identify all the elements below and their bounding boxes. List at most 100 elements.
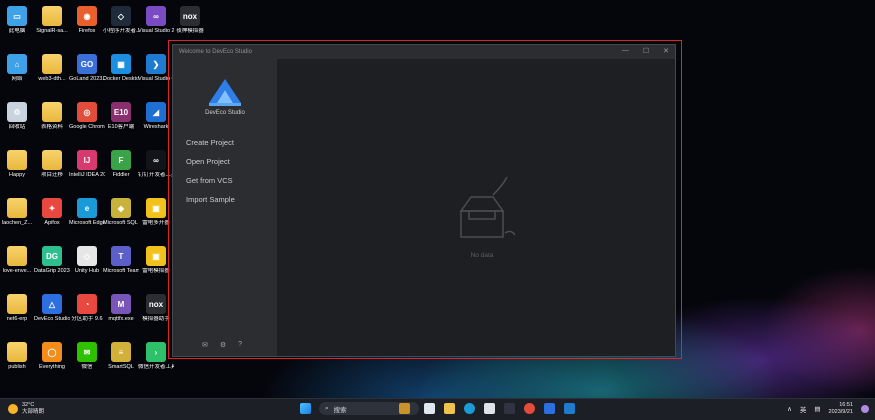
app-icon: ◯	[42, 342, 62, 362]
folder-icon	[7, 342, 27, 362]
desktop-icon[interactable]: laochen_Z...	[0, 198, 35, 227]
desktop-icon[interactable]: nox 夜神模拟器	[172, 6, 208, 35]
app-icon: nox	[146, 294, 166, 314]
app-icon: ◎	[77, 102, 97, 122]
weather-desc: 大部晴朗	[22, 408, 45, 415]
create-project-link[interactable]: Create Project	[186, 138, 234, 147]
desktop-icon-label: love-enve...	[2, 268, 32, 274]
minimize-button[interactable]: —	[622, 47, 629, 55]
desktop-icon[interactable]: ≡ SmartSQL	[103, 342, 139, 371]
desktop-icon-label: 表格资料	[40, 124, 63, 130]
chrome-icon[interactable]	[524, 403, 535, 414]
desktop-icon[interactable]: ◉ Firefox	[69, 6, 105, 35]
desktop-icon[interactable]: ❯ Visual Studio Code	[138, 54, 174, 83]
folder-icon	[7, 294, 27, 314]
deveco-welcome-window: Welcome to DevEco Studio — ☐ ✕ DevEco St…	[172, 44, 676, 357]
start-button[interactable]	[300, 403, 311, 414]
desktop-icon-label: 分区助手 9.6	[71, 316, 103, 322]
desktop-icon[interactable]: nox 模拟器助手	[138, 294, 174, 323]
desktop-icon-label: Docker Desktop	[103, 76, 139, 82]
desktop-icon[interactable]: ✉ 微信	[69, 342, 105, 371]
maximize-button[interactable]: ☐	[643, 47, 649, 55]
desktop-icon[interactable]: IJ IntelliJ IDEA 2023.2	[69, 150, 105, 179]
desktop-icon[interactable]: 项目迁移	[34, 150, 70, 179]
desktop-icon-label: mqttfx.exe	[108, 316, 134, 322]
app-icon: e	[77, 198, 97, 218]
desktop-icon[interactable]: e Microsoft Edge	[69, 198, 105, 227]
help-icon[interactable]: ?	[238, 341, 242, 349]
app-icon: T	[111, 246, 131, 266]
desktop-icon[interactable]: › 微信开发者工具	[138, 342, 174, 371]
desktop-icon[interactable]: net6-erp	[0, 294, 35, 323]
edge-icon[interactable]	[464, 403, 475, 414]
desktop-icon[interactable]: 表格资料	[34, 102, 70, 131]
desktop-icon-label: 网络	[11, 76, 23, 82]
task-view-icon[interactable]	[424, 403, 435, 414]
folder-icon	[42, 150, 62, 170]
app-icon: ✦	[42, 198, 62, 218]
close-button[interactable]: ✕	[663, 47, 669, 55]
clock-date: 2023/9/21	[828, 408, 853, 415]
desktop-icon[interactable]: ◆ Microsoft SQL Serve...	[103, 198, 139, 227]
desktop-icon[interactable]: ◇ 小程序开发者工具	[103, 6, 139, 35]
desktop-icon-label: Everything	[39, 364, 65, 370]
app-icon: M	[111, 294, 131, 314]
get-from-vcs-link[interactable]: Get from VCS	[186, 176, 233, 185]
folder-icon	[7, 150, 27, 170]
window-title: Welcome to DevEco Studio	[179, 49, 252, 55]
tray-chevron-icon[interactable]: ∧	[787, 405, 792, 413]
desktop-icon[interactable]: ⌂ 网络	[0, 54, 35, 83]
desktop-icon[interactable]: ∞ Visual Studio 20...	[138, 6, 174, 35]
desktop-icon[interactable]: ▭ 此电脑	[0, 6, 35, 35]
desktop-icon[interactable]: ▣ 雷电多开器	[138, 198, 174, 227]
deveco-taskbar-icon[interactable]	[544, 403, 555, 414]
desktop-icon[interactable]: ∞ 钉钉开发者工具	[138, 150, 174, 179]
desktop-icon[interactable]: Mmqttfx.exe	[103, 294, 139, 323]
desktop-icon[interactable]: △ DevEco Studio	[34, 294, 70, 323]
import-sample-link[interactable]: Import Sample	[186, 195, 235, 204]
app-icon: ⌂	[7, 54, 27, 74]
file-explorer-icon[interactable]	[444, 403, 455, 414]
mail-icon[interactable]: ✉	[202, 341, 208, 349]
clock[interactable]: 16:51 2023/9/21	[829, 402, 853, 415]
desktop-icon-label: Apifox	[44, 220, 60, 226]
desktop-icon[interactable]: ◯ Everything	[34, 342, 70, 371]
network-icon[interactable]: ▤	[814, 405, 820, 413]
desktop-icon[interactable]: SignalR-sa...	[34, 6, 70, 35]
search-placeholder: 搜索	[333, 406, 347, 414]
desktop-icon[interactable]: ◎ Google Chrome	[69, 102, 105, 131]
window-titlebar[interactable]: Welcome to DevEco Studio — ☐ ✕	[173, 45, 675, 59]
desktop-icon-label: Fiddler	[112, 172, 130, 178]
desktop-icon[interactable]: ◇ Unity Hub	[69, 246, 105, 275]
system-tray: ∧ 英 ▤ 16:51 2023/9/21	[787, 402, 869, 415]
desktop-icon[interactable]: love-enve...	[0, 246, 35, 275]
desktop-icon[interactable]: Happy	[0, 150, 35, 179]
notification-icon[interactable]	[861, 404, 869, 413]
desktop-icon[interactable]: E10 E10客户端	[103, 102, 139, 131]
widget-icon[interactable]	[399, 403, 410, 414]
desktop-icon[interactable]: T Microsoft Teams (...	[103, 246, 139, 275]
desktop-icon[interactable]: GO GoLand 2023.2	[69, 54, 105, 83]
terminal-icon[interactable]	[504, 403, 515, 414]
desktop-icon[interactable]: ♲ 回收站	[0, 102, 35, 131]
desktop-icon[interactable]: ▣ 雷电模拟器	[138, 246, 174, 275]
desktop-icon[interactable]: web3-dth...	[34, 54, 70, 83]
store-icon[interactable]	[484, 403, 495, 414]
gear-icon[interactable]: ⚙	[220, 341, 226, 349]
folder-icon	[42, 102, 62, 122]
open-project-link[interactable]: Open Project	[186, 157, 230, 166]
no-data-label: No data	[470, 252, 494, 259]
desktop-icon[interactable]: F Fiddler	[103, 150, 139, 179]
desktop-icon[interactable]: ◔ 分区助手 9.6	[69, 294, 105, 323]
vscode-taskbar-icon[interactable]	[564, 403, 575, 414]
app-name: DevEco Studio	[205, 110, 245, 116]
desktop-icon[interactable]: publish	[0, 342, 35, 371]
desktop-icon[interactable]: ▦ Docker Desktop	[103, 54, 139, 83]
weather-widget[interactable]: 32°C 大部晴朗	[8, 402, 44, 415]
input-language[interactable]: 英	[800, 404, 807, 414]
desktop-icon[interactable]: ✦ Apifox	[34, 198, 70, 227]
app-icon: GO	[77, 54, 97, 74]
desktop-icon[interactable]: DG DataGrip 2023.2	[34, 246, 70, 275]
desktop-icon-label: SignalR-sa...	[36, 28, 68, 34]
desktop-icon[interactable]: ◢ Wireshark	[138, 102, 174, 131]
